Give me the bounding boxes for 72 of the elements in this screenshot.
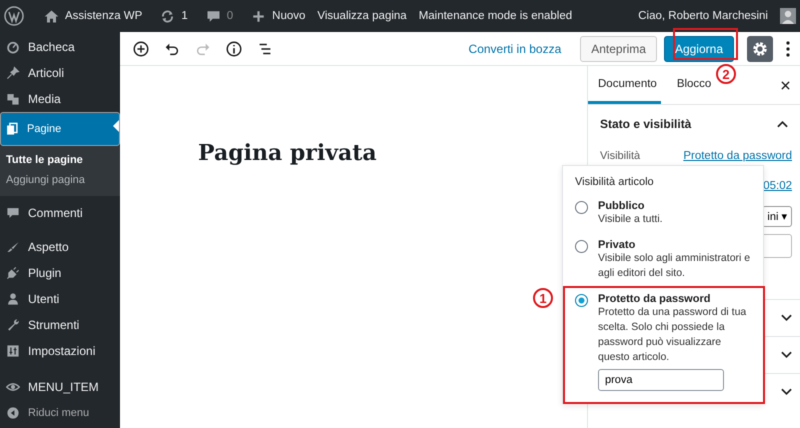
- add-block-icon[interactable]: [132, 40, 150, 58]
- option-label[interactable]: Protetto da password: [598, 293, 751, 305]
- collapse-icon: [6, 406, 20, 420]
- step-number: 1: [533, 288, 553, 308]
- media-icon: [6, 92, 20, 106]
- maintenance-notice[interactable]: Maintenance mode is enabled: [418, 10, 572, 22]
- popover-title: Visibilità articolo: [575, 176, 655, 188]
- option-label[interactable]: Pubblico: [598, 200, 663, 212]
- password-field[interactable]: prova: [598, 369, 724, 391]
- chevron-down-icon[interactable]: [781, 314, 792, 322]
- preview-button[interactable]: Anteprima: [580, 36, 657, 62]
- highlight-frame: [673, 28, 738, 60]
- visibility-link[interactable]: Protetto da password: [683, 150, 792, 162]
- sliders-icon: [6, 344, 20, 358]
- option-description: Visibile a tutti.: [598, 212, 663, 227]
- menu-item[interactable]: Media: [0, 86, 120, 112]
- close-icon[interactable]: [781, 80, 790, 90]
- radio-button[interactable]: [575, 294, 588, 307]
- greeting-link[interactable]: Ciao, Roberto Marchesini: [638, 10, 768, 22]
- menu-item[interactable]: Plugin: [0, 260, 120, 286]
- switch-to-draft-link[interactable]: Converti in bozza: [468, 42, 562, 56]
- option-label[interactable]: Privato: [598, 239, 751, 251]
- chevron-down-icon[interactable]: [781, 351, 792, 359]
- option-description: Protetto da una password di tua scelta. Solo chi possiede la password può visualizzare questo articolo.: [598, 305, 748, 365]
- user-icon: [6, 292, 20, 306]
- home-icon: [44, 8, 59, 24]
- speech-bubble-icon: [6, 206, 20, 220]
- plus-icon[interactable]: [251, 8, 266, 24]
- pushpin-icon: [6, 66, 20, 80]
- chevron-up-icon[interactable]: [777, 120, 788, 128]
- menu-item[interactable]: Impostazioni: [0, 338, 120, 364]
- brush-icon: [6, 240, 20, 254]
- site-link[interactable]: Assistenza WP: [65, 10, 142, 22]
- menu-item[interactable]: Commenti: [0, 200, 120, 226]
- settings-button[interactable]: [747, 36, 773, 62]
- pages-icon: [5, 122, 19, 136]
- more-options-icon[interactable]: [786, 40, 790, 56]
- step-number: 2: [716, 64, 736, 84]
- publish-date-link[interactable]: 05:02: [763, 180, 792, 192]
- gear-icon: [751, 40, 769, 58]
- menu-item[interactable]: Pagine: [0, 112, 120, 146]
- radio-button[interactable]: [575, 201, 588, 214]
- info-icon[interactable]: [225, 40, 243, 58]
- chevron-down-icon[interactable]: [781, 388, 792, 396]
- menu-item[interactable]: Utenti: [0, 286, 120, 312]
- gauge-icon: [6, 40, 20, 54]
- radio-button[interactable]: [575, 240, 588, 253]
- option-description: Visibile solo agli amministratori e agli editori del sito.: [598, 251, 751, 281]
- refresh-icon[interactable]: [160, 8, 176, 24]
- comment-icon[interactable]: [206, 8, 221, 24]
- menu-item[interactable]: MENU_ITEM: [0, 374, 120, 400]
- menu-item[interactable]: Strumenti: [0, 312, 120, 338]
- field-label: Visibilità: [600, 150, 640, 162]
- update-button[interactable]: Aggiorna: [664, 36, 734, 62]
- menu-item[interactable]: Aspetto: [0, 234, 120, 260]
- plug-icon: [6, 266, 20, 280]
- comment-count[interactable]: 0: [226, 10, 234, 22]
- view-page-link[interactable]: Visualizza pagina: [317, 10, 407, 22]
- wordpress-logo-icon[interactable]: [4, 6, 24, 26]
- submenu-item[interactable]: Tutte le pagine: [0, 150, 120, 170]
- menu-item[interactable]: Riduci menu: [0, 400, 120, 426]
- menu-item[interactable]: Bacheca: [0, 34, 120, 60]
- new-link[interactable]: Nuovo: [272, 10, 306, 22]
- page-title[interactable]: Pagina privata: [198, 140, 587, 166]
- sidebar-tab[interactable]: Documento: [588, 66, 661, 104]
- update-count[interactable]: 1: [181, 10, 188, 22]
- menu-item[interactable]: Articoli: [0, 60, 120, 86]
- eye-icon: [6, 380, 20, 394]
- sidebar-tab[interactable]: Blocco: [666, 66, 716, 104]
- submenu-item[interactable]: Aggiungi pagina: [0, 170, 120, 190]
- panel-heading[interactable]: Stato e visibilità: [600, 117, 692, 131]
- wrench-icon: [6, 318, 20, 332]
